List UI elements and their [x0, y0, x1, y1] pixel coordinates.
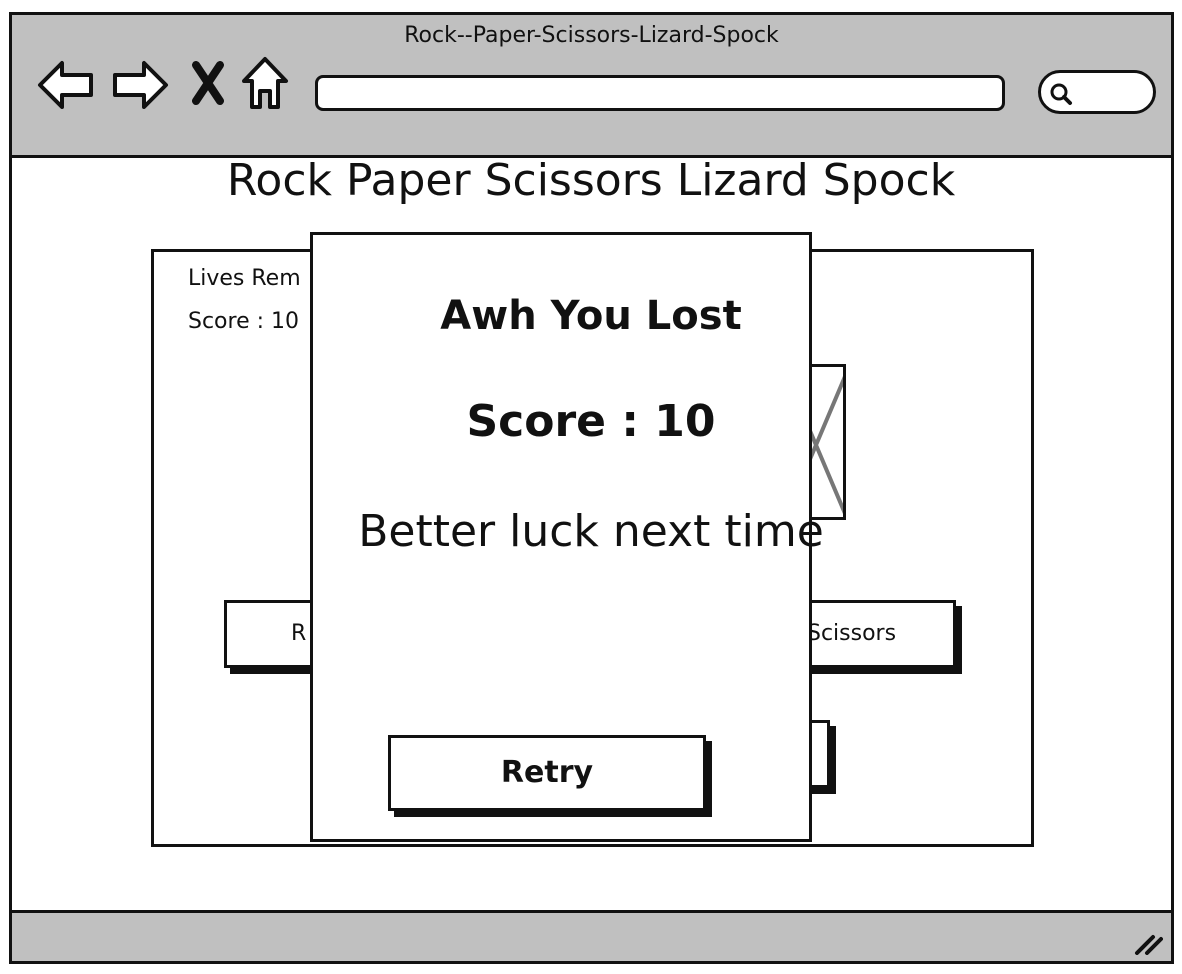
browser-toolbar: Rock--Paper-Scissors-Lizard-Spock [12, 15, 1171, 158]
search-box[interactable] [1038, 70, 1156, 114]
retry-button[interactable]: Retry [388, 735, 706, 811]
modal-message: Better luck next time [358, 506, 824, 557]
forward-arrow-icon[interactable] [110, 57, 170, 113]
modal-score: Score : 10 [466, 396, 716, 447]
status-bar [12, 910, 1171, 961]
modal-title: Awh You Lost [440, 293, 742, 339]
page-title: Rock Paper Scissors Lizard Spock [226, 155, 956, 206]
resize-grip-icon[interactable] [1133, 931, 1163, 955]
back-arrow-icon[interactable] [36, 57, 96, 113]
lives-remaining-label: Lives Rem [188, 266, 301, 291]
stop-icon[interactable] [190, 61, 226, 105]
window-title: Rock--Paper-Scissors-Lizard-Spock [404, 23, 779, 48]
search-icon [1050, 83, 1072, 105]
home-icon[interactable] [240, 55, 290, 111]
address-bar[interactable] [315, 75, 1005, 111]
